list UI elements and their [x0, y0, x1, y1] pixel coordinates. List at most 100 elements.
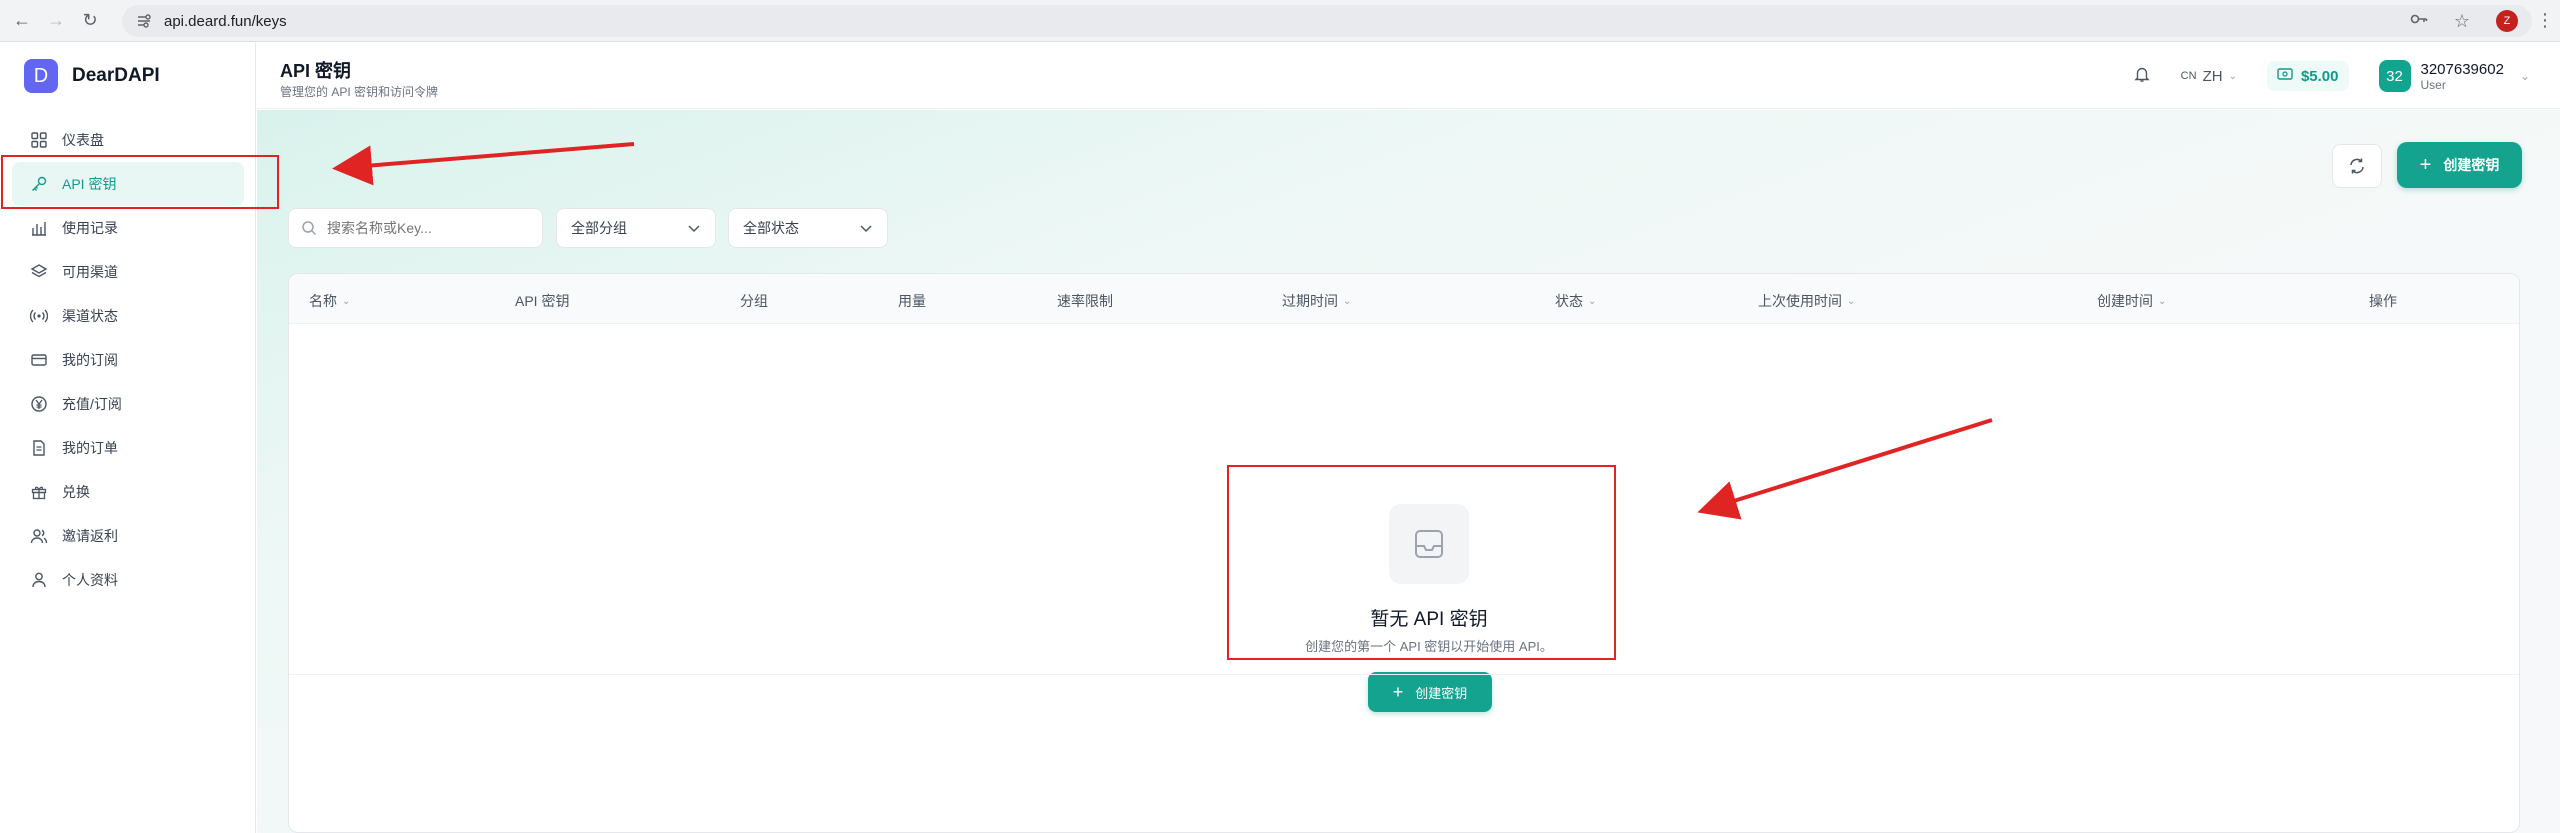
sidebar-item-redeem[interactable]: 兑换 — [0, 470, 256, 514]
reload-icon[interactable]: ↻ — [78, 9, 102, 33]
sidebar-item-recharge[interactable]: 充值/订阅 — [0, 382, 256, 426]
column-api-key: API 密钥 — [515, 291, 569, 311]
bookmark-star-icon[interactable]: ☆ — [2454, 11, 2470, 32]
search-icon — [302, 221, 317, 236]
profile-avatar[interactable]: Z — [2496, 10, 2518, 32]
page-title: API 密钥 — [280, 61, 352, 81]
password-key-icon[interactable] — [2410, 12, 2428, 31]
sidebar-item-label: 我的订单 — [62, 440, 118, 456]
address-bar[interactable]: api.deard.fun/keys ☆ Z — [122, 5, 2532, 37]
yen-icon — [30, 395, 48, 413]
sidebar-item-label: 可用渠道 — [62, 264, 118, 280]
user-id: 3207639602 — [2420, 60, 2504, 78]
plus-icon: + — [1392, 681, 1404, 702]
column-actions: 操作 — [2369, 291, 2397, 311]
forward-arrow-icon[interactable]: → — [44, 9, 68, 33]
column-name[interactable]: 名称 ⌄ — [309, 291, 350, 311]
create-key-label: 创建密钥 — [2443, 157, 2500, 173]
user-role: User — [2420, 77, 2446, 92]
column-expires[interactable]: 过期时间 ⌄ — [1282, 291, 1351, 311]
sort-chevron-icon: ⌄ — [1847, 295, 1856, 307]
column-label: 操作 — [2369, 293, 2397, 309]
signal-icon — [30, 307, 48, 325]
user-menu[interactable]: 32 3207639602 User ⌄ — [2378, 60, 2530, 92]
balance-amount: $5.00 — [2300, 67, 2339, 85]
gift-icon — [30, 483, 48, 501]
column-label: 上次使用时间 — [1758, 293, 1842, 309]
sidebar-item-label: 仪表盘 — [62, 132, 104, 148]
users-icon — [30, 527, 48, 545]
language-code: CN — [2180, 70, 2197, 82]
sidebar-item-label: 兑换 — [62, 484, 90, 500]
brand[interactable]: D DearDAPI — [24, 59, 160, 93]
group-select-value: 全部分组 — [571, 220, 627, 236]
chevron-down-icon — [688, 225, 700, 233]
sort-chevron-icon: ⌄ — [2158, 295, 2167, 307]
sidebar-item-referral[interactable]: 邀请返利 — [0, 514, 256, 558]
url-text[interactable]: api.deard.fun/keys — [164, 13, 287, 30]
column-created[interactable]: 创建时间 ⌄ — [2097, 291, 2166, 311]
sidebar-item-label: 我的订阅 — [62, 352, 118, 368]
page-subtitle: 管理您的 API 密钥和访问令牌 — [280, 85, 439, 99]
sort-chevron-icon: ⌄ — [1343, 295, 1352, 307]
sort-chevron-icon: ⌄ — [342, 295, 351, 307]
column-label: 用量 — [898, 293, 926, 309]
sidebar-item-label: 邀请返利 — [62, 528, 118, 544]
column-label: 名称 — [309, 293, 337, 309]
browser-menu-icon[interactable]: ⋮ — [2536, 10, 2554, 31]
search-input[interactable] — [327, 220, 527, 236]
language-label: ZH — [2202, 67, 2223, 85]
sidebar-item-channel-status[interactable]: 渠道状态 — [0, 294, 256, 338]
refresh-button[interactable] — [2332, 144, 2382, 188]
column-label: 过期时间 — [1282, 293, 1338, 309]
column-label: 状态 — [1555, 293, 1583, 309]
plus-icon: + — [2419, 153, 2432, 176]
group-select[interactable]: 全部分组 — [556, 208, 716, 248]
sidebar-item-profile[interactable]: 个人资料 — [0, 558, 256, 602]
sidebar-item-subscriptions[interactable]: 我的订阅 — [0, 338, 256, 382]
status-select-value: 全部状态 — [743, 220, 799, 236]
brand-logo: D — [24, 59, 58, 93]
person-icon — [30, 571, 48, 589]
bell-icon[interactable] — [2133, 65, 2151, 88]
sidebar-item-channels[interactable]: 可用渠道 — [0, 250, 256, 294]
sidebar-item-label: 充值/订阅 — [62, 396, 122, 412]
brand-name: DearDAPI — [72, 65, 160, 86]
sidebar-item-label: 渠道状态 — [62, 308, 118, 324]
refresh-icon — [2350, 158, 2364, 174]
back-arrow-icon[interactable]: ← — [10, 9, 34, 33]
page-header: API 密钥 管理您的 API 密钥和访问令牌 CN ZH ⌄ $5.00 32… — [257, 43, 2560, 109]
layers-icon — [30, 263, 48, 281]
language-switcher[interactable]: CN ZH ⌄ — [2181, 68, 2237, 85]
column-last-used[interactable]: 上次使用时间 ⌄ — [1758, 291, 1855, 311]
wallet-icon — [2277, 67, 2293, 85]
balance-badge[interactable]: $5.00 — [2266, 61, 2349, 91]
chevron-down-icon: ⌄ — [2519, 69, 2530, 83]
bar-chart-icon — [30, 219, 48, 237]
column-status[interactable]: 状态 ⌄ — [1555, 291, 1596, 311]
column-label: API 密钥 — [515, 293, 570, 309]
chevron-down-icon: ⌄ — [2228, 70, 2237, 82]
column-rate-limit: 速率限制 — [1057, 291, 1113, 311]
site-settings-icon[interactable] — [136, 13, 152, 29]
avatar: 32 — [2378, 60, 2411, 92]
highlight-box-empty-state — [1227, 465, 1616, 660]
dashboard-icon — [30, 131, 48, 149]
empty-create-key-button[interactable]: + 创建密钥 — [1368, 672, 1492, 712]
sidebar-item-usage[interactable]: 使用记录 — [0, 206, 256, 250]
empty-create-key-label: 创建密钥 — [1415, 685, 1468, 701]
sidebar-item-label: 个人资料 — [62, 572, 118, 588]
sidebar-item-orders[interactable]: 我的订单 — [0, 426, 256, 470]
sort-chevron-icon: ⌄ — [1588, 295, 1597, 307]
column-usage: 用量 — [898, 291, 926, 311]
browser-toolbar: ← → ↻ api.deard.fun/keys ☆ Z ⋮ — [0, 0, 2560, 42]
column-label: 分组 — [740, 293, 768, 309]
card-icon — [30, 351, 48, 369]
sidebar-item-label: 使用记录 — [62, 220, 118, 236]
table-header: 名称 ⌄ API 密钥 分组 用量 速率限制 过期时间 ⌄ 状态 ⌄ 上次使用时间 ⌄ … — [289, 274, 2519, 324]
create-key-button[interactable]: + 创建密钥 — [2397, 142, 2522, 188]
column-label: 速率限制 — [1057, 293, 1113, 309]
search-field[interactable] — [288, 208, 543, 248]
status-select[interactable]: 全部状态 — [728, 208, 888, 248]
highlight-box-sidebar — [1, 155, 279, 209]
